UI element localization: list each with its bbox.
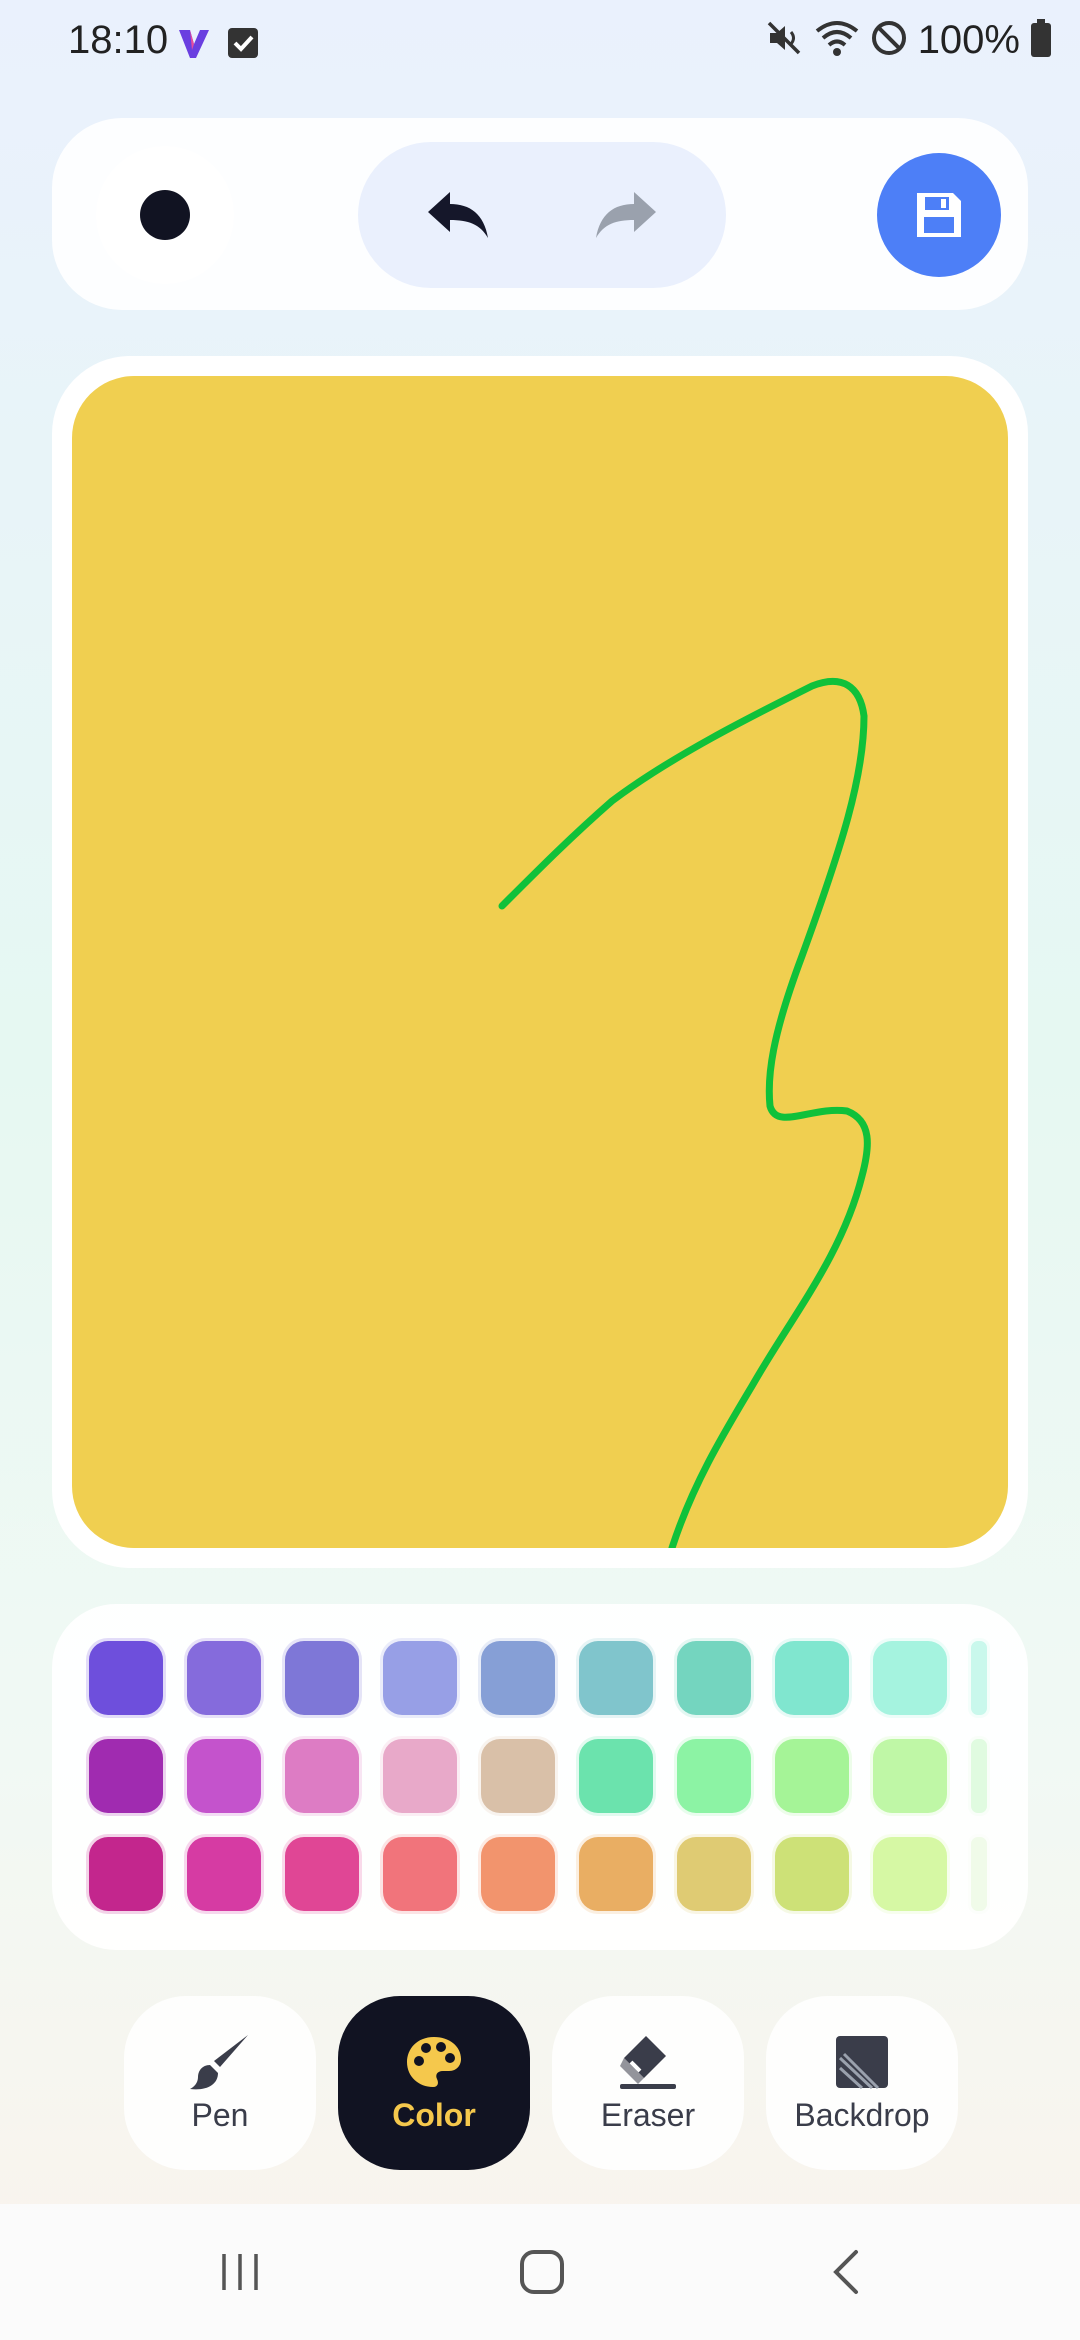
home-button[interactable] bbox=[502, 2242, 582, 2302]
color-swatch[interactable] bbox=[478, 1638, 558, 1718]
status-right: 100% bbox=[764, 18, 1052, 63]
color-swatch[interactable] bbox=[86, 1834, 166, 1914]
palette-icon bbox=[407, 2036, 461, 2087]
drawn-stroke bbox=[498, 678, 871, 1548]
eraser-icon bbox=[620, 2035, 676, 2089]
top-toolbar bbox=[52, 118, 1028, 310]
color-swatch[interactable] bbox=[870, 1834, 950, 1914]
floppy-save-icon bbox=[917, 193, 961, 237]
brush-icon bbox=[190, 2034, 248, 2089]
color-swatch[interactable] bbox=[772, 1638, 852, 1718]
color-swatch[interactable] bbox=[184, 1638, 264, 1718]
color-palette bbox=[52, 1604, 1028, 1950]
color-swatch[interactable] bbox=[968, 1638, 990, 1718]
backdrop-icon bbox=[836, 2035, 888, 2089]
backdrop-mode-label: Backdrop bbox=[794, 2096, 930, 2133]
backdrop-mode-button[interactable]: Backdrop bbox=[766, 1996, 958, 2170]
recents-button[interactable] bbox=[200, 2242, 280, 2302]
system-nav-bar bbox=[0, 2204, 1080, 2340]
status-bar: 18:10 100% bbox=[0, 0, 1080, 90]
wifi-icon bbox=[814, 18, 860, 63]
status-time: 18:10 bbox=[68, 18, 169, 62]
history-controls bbox=[358, 142, 726, 288]
home-icon bbox=[520, 2250, 564, 2294]
color-swatch[interactable] bbox=[968, 1736, 990, 1816]
canvas-svg bbox=[498, 678, 871, 1548]
eraser-mode-label: Eraser bbox=[600, 2096, 696, 2133]
redo-button[interactable] bbox=[580, 169, 672, 261]
color-swatch[interactable] bbox=[968, 1834, 990, 1914]
drawing-canvas[interactable] bbox=[72, 376, 1008, 1548]
color-swatch[interactable] bbox=[86, 1638, 166, 1718]
redo-icon bbox=[596, 192, 656, 238]
color-swatch[interactable] bbox=[380, 1736, 460, 1816]
color-swatch[interactable] bbox=[380, 1834, 460, 1914]
color-swatch[interactable] bbox=[184, 1736, 264, 1816]
color-swatch[interactable] bbox=[674, 1638, 754, 1718]
battery-icon bbox=[1030, 18, 1052, 63]
app-v-icon bbox=[176, 26, 212, 67]
color-swatch[interactable] bbox=[282, 1736, 362, 1816]
color-swatch[interactable] bbox=[674, 1834, 754, 1914]
color-swatch[interactable] bbox=[576, 1736, 656, 1816]
color-swatch[interactable] bbox=[282, 1834, 362, 1914]
save-button[interactable] bbox=[877, 153, 1001, 277]
dnd-icon bbox=[870, 19, 908, 62]
color-swatch[interactable] bbox=[380, 1638, 460, 1718]
battery-percent: 100% bbox=[917, 18, 1020, 62]
color-swatch[interactable] bbox=[86, 1736, 166, 1816]
color-swatch[interactable] bbox=[576, 1638, 656, 1718]
color-swatch[interactable] bbox=[772, 1736, 852, 1816]
color-swatch[interactable] bbox=[478, 1736, 558, 1816]
undo-icon bbox=[428, 192, 488, 238]
eraser-mode-button[interactable]: Eraser bbox=[552, 1996, 744, 2170]
color-swatch[interactable] bbox=[674, 1736, 754, 1816]
check-box-icon bbox=[226, 26, 260, 65]
color-swatch[interactable] bbox=[282, 1638, 362, 1718]
canvas-frame bbox=[52, 356, 1028, 1568]
color-mode-button[interactable]: Color bbox=[338, 1996, 530, 2170]
color-swatch[interactable] bbox=[184, 1834, 264, 1914]
recents-icon bbox=[222, 2254, 258, 2290]
back-button[interactable] bbox=[806, 2242, 886, 2302]
color-swatch[interactable] bbox=[870, 1736, 950, 1816]
mute-icon bbox=[764, 18, 804, 63]
color-mode-label: Color bbox=[392, 2096, 476, 2133]
color-swatch[interactable] bbox=[478, 1834, 558, 1914]
undo-button[interactable] bbox=[412, 169, 504, 261]
pen-mode-button[interactable]: Pen bbox=[124, 1996, 316, 2170]
color-swatch[interactable] bbox=[870, 1638, 950, 1718]
color-swatch[interactable] bbox=[576, 1834, 656, 1914]
brush-color-preview bbox=[140, 190, 190, 240]
color-swatch[interactable] bbox=[772, 1834, 852, 1914]
pen-mode-label: Pen bbox=[191, 2096, 249, 2133]
brush-size-button[interactable] bbox=[96, 146, 234, 284]
back-icon bbox=[833, 2250, 858, 2294]
